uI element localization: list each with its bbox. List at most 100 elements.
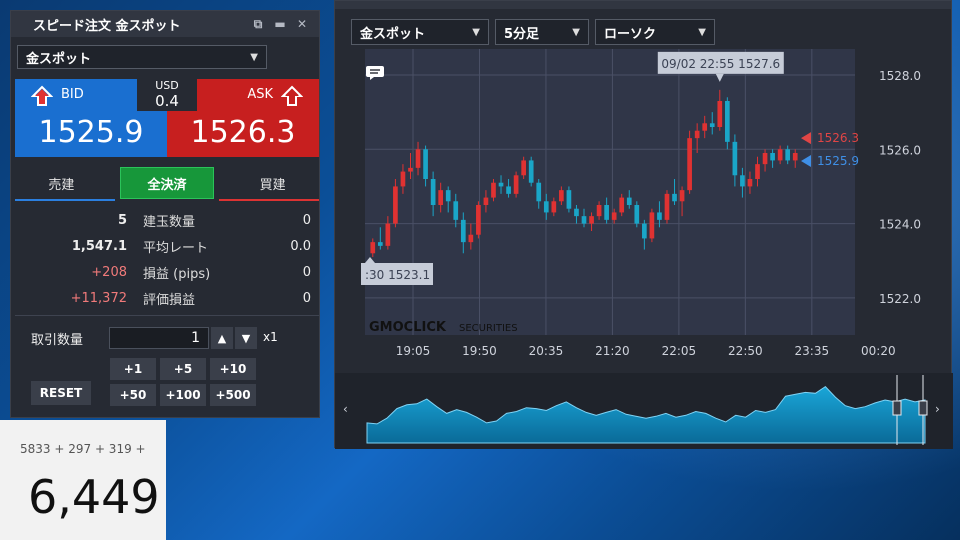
tab-buy[interactable]: 買建	[226, 165, 319, 201]
timeframe-select[interactable]: 5分足 ▼	[495, 19, 589, 45]
candle-body	[476, 205, 481, 235]
step-plus-5-button[interactable]: +5	[159, 357, 207, 381]
stat-label: 平均レート	[143, 240, 209, 256]
candle-body	[543, 201, 549, 213]
chevron-up-icon: ▲	[217, 331, 227, 345]
tab-sell[interactable]: 売建	[15, 165, 108, 201]
stat-right-value: 0.0	[290, 238, 311, 254]
spread-badge: USD 0.4	[137, 77, 197, 111]
buy-tab-underline	[219, 199, 319, 201]
tab-close-all[interactable]: 全決済	[119, 167, 215, 199]
candle-body	[408, 167, 413, 172]
candle-body	[521, 160, 526, 176]
quantity-down-button[interactable]: ▼	[235, 327, 257, 349]
x-tick-label: 19:50	[462, 344, 497, 358]
chart-style-select[interactable]: ローソク ▼	[595, 19, 715, 45]
candle-body	[672, 193, 677, 202]
popout-icon[interactable]: ⧉	[249, 17, 267, 32]
step-plus-10-button[interactable]: +10	[209, 357, 257, 381]
chart-watermark-suffix: SECURITIES	[459, 323, 518, 334]
spread-currency: USD	[155, 79, 179, 92]
stat-left-value: +208	[91, 264, 127, 280]
y-tick-label: 1522.0	[879, 292, 921, 306]
candle-body	[770, 153, 775, 161]
minimize-icon[interactable]: ▬	[271, 17, 289, 31]
x-tick-label: 22:05	[662, 344, 697, 358]
candle-body	[513, 175, 519, 194]
candle-body	[528, 160, 534, 183]
close-icon[interactable]: ✕	[293, 17, 311, 31]
stat-row: +208 損益 (pips) 0	[15, 259, 319, 285]
candle-body	[724, 101, 730, 142]
navigator-svg: ‹ ›	[343, 375, 940, 445]
candle-body	[559, 190, 564, 202]
navigator-handle	[892, 400, 902, 416]
chevron-down-icon: ▼	[698, 26, 706, 38]
x-tick-label: 23:35	[795, 344, 830, 358]
candle-body	[634, 205, 640, 224]
candle-body	[423, 149, 428, 179]
low-tooltip-text: :30 1523.1	[365, 268, 430, 282]
navigator-left-arrow: ‹	[343, 402, 348, 416]
stat-left-value: 1,547.1	[71, 238, 127, 254]
chart-watermark: GMOCLICK	[369, 320, 447, 335]
step-plus-50-button[interactable]: +50	[109, 383, 157, 407]
reset-button[interactable]: RESET	[31, 381, 91, 405]
order-titlebar[interactable]: スピード注文 金スポット ⧉ ▬ ✕	[11, 11, 319, 37]
candle-body	[581, 216, 587, 224]
chart-navigator[interactable]: ‹ ›	[335, 373, 953, 449]
candle-body	[566, 190, 572, 209]
candle-body	[687, 138, 692, 191]
spread-value: 0.4	[155, 92, 179, 110]
chart-titlebar[interactable]	[335, 1, 951, 9]
candle-body	[370, 242, 376, 254]
calculator-expression: 5833 + 297 + 319 +	[20, 442, 146, 456]
x-tick-label: 19:05	[396, 344, 431, 358]
candle-body	[740, 175, 745, 187]
quantity-input[interactable]: 1	[109, 327, 209, 349]
candle-body	[747, 179, 753, 187]
up-arrow-icon	[31, 85, 53, 106]
navigator-right-arrow: ›	[935, 402, 940, 416]
step-plus-1-button[interactable]: +1	[109, 357, 157, 381]
chevron-down-icon: ▼	[250, 51, 258, 63]
candle-body	[657, 212, 662, 220]
candle-body	[732, 141, 738, 176]
candle-body	[649, 212, 655, 239]
chevron-down-icon: ▼	[472, 26, 480, 38]
ask-marker-label: 1526.3	[817, 131, 859, 145]
chart-symbol-select[interactable]: 金スポット ▼	[351, 19, 489, 45]
stat-left-value: +11,372	[70, 290, 127, 306]
candle-body	[491, 182, 496, 198]
timeframe-value: 5分足	[504, 26, 540, 42]
step-plus-500-button[interactable]: +500	[209, 383, 257, 407]
candle-body	[664, 193, 670, 220]
quantity-up-button[interactable]: ▲	[211, 327, 233, 349]
candle-body	[430, 179, 436, 205]
navigator-area	[366, 385, 926, 444]
quantity-multiplier: x1	[263, 330, 278, 344]
chevron-down-icon: ▼	[241, 331, 251, 345]
step-plus-100-button[interactable]: +100	[159, 383, 207, 407]
ask-price: 1526.3	[190, 115, 296, 150]
candle-body	[694, 130, 700, 139]
stat-label: 損益 (pips)	[143, 266, 211, 282]
candle-body	[536, 182, 542, 202]
calculator-result: 6,449	[28, 470, 160, 524]
candle-body	[619, 197, 625, 213]
x-tick-label: 21:20	[595, 344, 630, 358]
chart-window: 金スポット ▼ 5分足 ▼ ローソク ▼ 1522.0 1524.0 1526.0 1…	[334, 0, 953, 449]
candle-body	[498, 182, 504, 187]
candle-body	[626, 197, 632, 205]
candle-body	[596, 205, 602, 217]
order-panel-title: スピード注文 金スポット	[33, 18, 181, 34]
candle-body	[574, 208, 579, 217]
comment-icon[interactable]	[365, 65, 385, 81]
candle-body	[717, 101, 723, 127]
stat-row: 1,547.1 平均レート 0.0	[15, 233, 319, 259]
candlestick-chart[interactable]: 1522.0 1524.0 1526.0 1528.0 19:05 19:50 20:35 2…	[335, 49, 953, 363]
candle-body	[400, 171, 406, 187]
candle-body	[604, 205, 609, 220]
symbol-select[interactable]: 金スポット ▼	[17, 45, 267, 69]
sell-tab-underline	[15, 199, 115, 201]
